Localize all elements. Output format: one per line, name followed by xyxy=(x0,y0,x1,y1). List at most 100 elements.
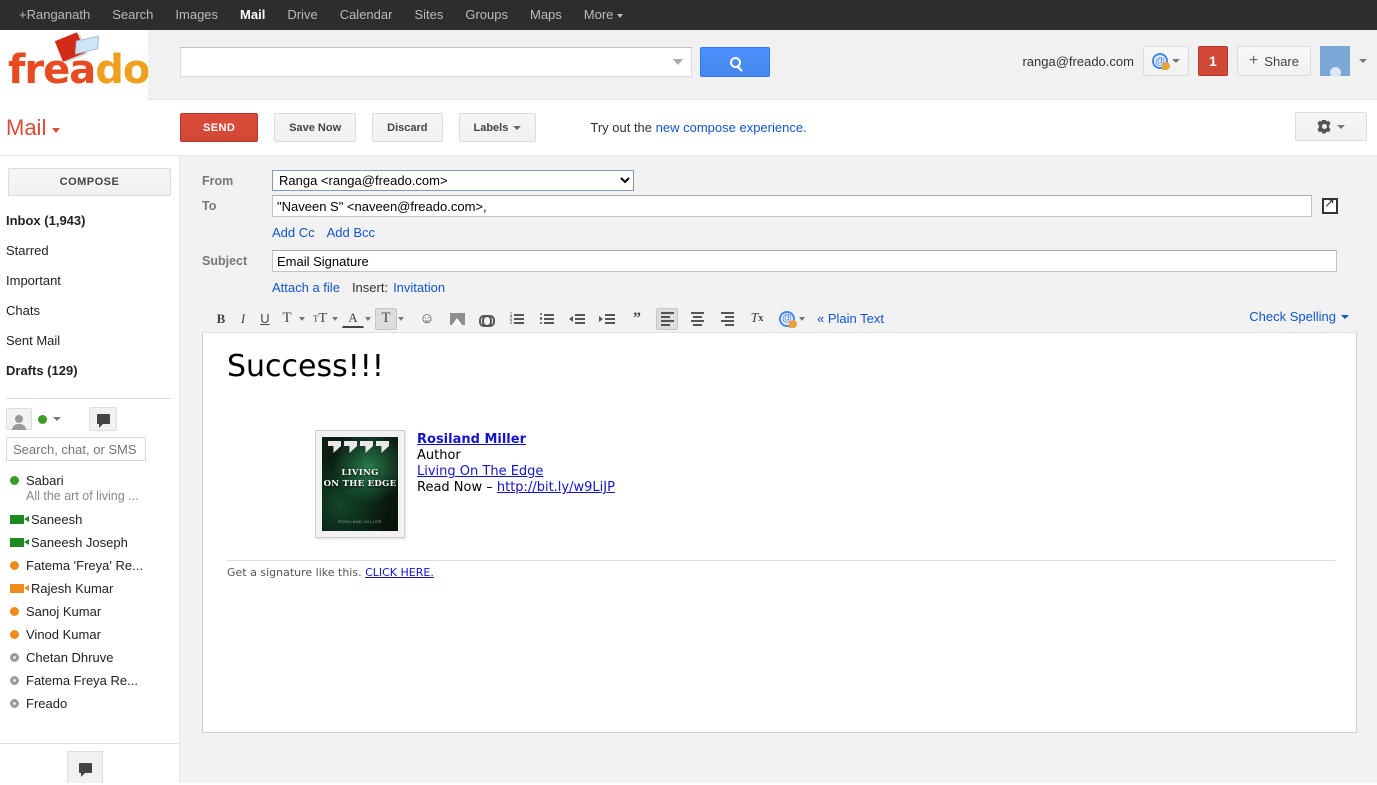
signature-author-link[interactable]: Rosiland Miller xyxy=(417,432,526,447)
list-item[interactable]: Saneesh xyxy=(0,508,179,531)
highlight-color-button[interactable]: T xyxy=(375,307,397,330)
share-button[interactable]: + Share xyxy=(1236,46,1311,76)
avatar[interactable] xyxy=(1320,46,1350,76)
gbar-item-plus-ranganath[interactable]: +Ranganath xyxy=(8,0,101,30)
sidebar-item-chats[interactable]: Chats xyxy=(0,296,179,326)
text-color-chevron-down-icon[interactable] xyxy=(365,316,371,321)
gbar-item-more[interactable]: More xyxy=(573,0,635,30)
sidebar-item-drafts[interactable]: Drafts (129) xyxy=(0,356,179,386)
cover-flag-icon xyxy=(328,441,341,453)
signature-book-link[interactable]: Living On The Edge xyxy=(417,464,543,479)
notification-count-badge[interactable]: 1 xyxy=(1197,46,1228,76)
chat-status-chevron-down-icon[interactable] xyxy=(53,417,61,421)
underline-button[interactable]: U xyxy=(254,308,276,330)
chat-dock-button[interactable] xyxy=(67,751,103,783)
sidebar-item-important[interactable]: Important xyxy=(0,266,179,296)
list-item[interactable]: Rajesh Kumar xyxy=(0,577,179,600)
gbar-item-maps[interactable]: Maps xyxy=(519,0,573,30)
font-family-button[interactable]: T xyxy=(276,308,298,330)
align-right-button[interactable] xyxy=(716,308,738,330)
font-family-chevron-down-icon[interactable] xyxy=(299,316,305,321)
discard-button[interactable]: Discard xyxy=(372,113,443,142)
search-box[interactable] xyxy=(180,47,692,77)
list-item[interactable]: Saneesh Joseph xyxy=(0,531,179,554)
increase-indent-button[interactable] xyxy=(596,308,618,330)
signature-read-now-url[interactable]: http://bit.ly/w9LiJP xyxy=(497,480,615,495)
insert-link-button[interactable] xyxy=(476,308,498,330)
gbar-item-sites[interactable]: Sites xyxy=(403,0,454,30)
chat-status-available-icon[interactable] xyxy=(38,414,47,424)
settings-button[interactable] xyxy=(1295,112,1367,141)
chat-window-button[interactable] xyxy=(89,407,117,431)
insert-image-button[interactable] xyxy=(446,308,468,330)
gbar-item-calendar[interactable]: Calendar xyxy=(329,0,404,30)
expand-recipients-icon[interactable] xyxy=(1322,195,1338,214)
signature-footer-link[interactable]: CLICK HERE. xyxy=(365,566,434,579)
insert-invitation-link[interactable]: Invitation xyxy=(393,280,445,295)
gbar-item-images[interactable]: Images xyxy=(164,0,229,30)
compose-button[interactable]: COMPOSE xyxy=(8,168,171,196)
font-size-button[interactable]: TT xyxy=(309,308,331,330)
link-icon xyxy=(479,314,495,327)
search-button[interactable] xyxy=(700,47,770,77)
chevron-down-icon xyxy=(52,128,61,133)
chat-avatar-button[interactable] xyxy=(6,408,32,430)
from-select[interactable]: Ranga <ranga@freado.com> xyxy=(272,170,634,191)
align-left-button[interactable] xyxy=(656,307,678,330)
sidebar-item-inbox[interactable]: Inbox (1,943) xyxy=(0,206,179,236)
freado-logo[interactable]: freado xyxy=(0,30,148,100)
emoji-button[interactable]: ☺ xyxy=(416,308,438,330)
gplus-mention-chevron-down-icon[interactable] xyxy=(799,316,805,321)
blockquote-button[interactable]: ” xyxy=(626,308,648,330)
add-cc-link[interactable]: Add Cc xyxy=(272,225,315,240)
gbar-item-search[interactable]: Search xyxy=(101,0,164,30)
check-spelling-button[interactable]: Check Spelling xyxy=(1249,309,1349,324)
sidebar-item-starred[interactable]: Starred xyxy=(0,236,179,266)
insert-gplus-mention-button[interactable]: @ xyxy=(776,308,798,330)
avatar-chevron-down-icon[interactable] xyxy=(1359,59,1367,63)
plain-text-link[interactable]: « Plain Text xyxy=(817,311,884,326)
gbar-item-groups[interactable]: Groups xyxy=(454,0,519,30)
gbar-item-mail[interactable]: Mail xyxy=(229,0,276,30)
signature-read-now-prefix: Read Now – xyxy=(417,480,497,495)
numbered-list-button[interactable]: 123 xyxy=(506,308,528,330)
gplus-notifications-button[interactable]: @ xyxy=(1142,46,1189,76)
align-center-button[interactable] xyxy=(686,308,708,330)
list-item[interactable]: Sanoj Kumar xyxy=(0,600,179,623)
numbered-list-icon: 123 xyxy=(510,312,525,325)
search-options-chevron-icon[interactable] xyxy=(673,59,683,65)
new-compose-experience-link[interactable]: new compose experience. xyxy=(656,120,807,135)
highlight-chevron-down-icon[interactable] xyxy=(398,316,404,321)
send-button[interactable]: SEND xyxy=(180,113,259,142)
font-size-chevron-down-icon[interactable] xyxy=(332,316,338,321)
list-item[interactable]: Freado xyxy=(0,692,179,715)
add-bcc-link[interactable]: Add Bcc xyxy=(327,225,375,240)
list-item[interactable]: Vinod Kumar xyxy=(0,623,179,646)
gbar-item-drive[interactable]: Drive xyxy=(276,0,328,30)
decrease-indent-button[interactable] xyxy=(566,308,588,330)
labels-button[interactable]: Labels xyxy=(458,113,537,142)
message-body-editor[interactable]: Success!!! LIVING ON THE EDGE ROSILAND M… xyxy=(202,333,1357,733)
to-input[interactable] xyxy=(272,195,1312,217)
align-right-icon xyxy=(720,311,734,326)
list-item[interactable]: Fatema Freya Re... xyxy=(0,669,179,692)
list-item[interactable]: Fatema 'Freya' Re... xyxy=(0,554,179,577)
attach-a-file-link[interactable]: Attach a file xyxy=(272,280,340,295)
search-input[interactable] xyxy=(189,53,673,71)
status-idle-icon xyxy=(10,630,19,639)
text-color-button[interactable]: A xyxy=(342,310,364,328)
chat-search-input[interactable] xyxy=(6,437,146,461)
bulleted-list-button[interactable] xyxy=(536,308,558,330)
save-now-button[interactable]: Save Now xyxy=(274,113,357,142)
image-icon xyxy=(449,312,465,325)
buddy-name: Sanoj Kumar xyxy=(26,604,102,619)
italic-button[interactable]: I xyxy=(232,308,254,330)
mail-title[interactable]: Mail xyxy=(0,115,180,141)
sidebar-item-sent-mail[interactable]: Sent Mail xyxy=(0,326,179,356)
bold-button[interactable]: B xyxy=(210,308,232,330)
list-item[interactable]: Sabari All the art of living ... xyxy=(0,469,179,508)
list-item[interactable]: Chetan Dhruve xyxy=(0,646,179,669)
subject-input[interactable] xyxy=(272,250,1337,272)
share-label: Share xyxy=(1264,53,1299,69)
remove-formatting-button[interactable]: Tx xyxy=(746,308,768,330)
